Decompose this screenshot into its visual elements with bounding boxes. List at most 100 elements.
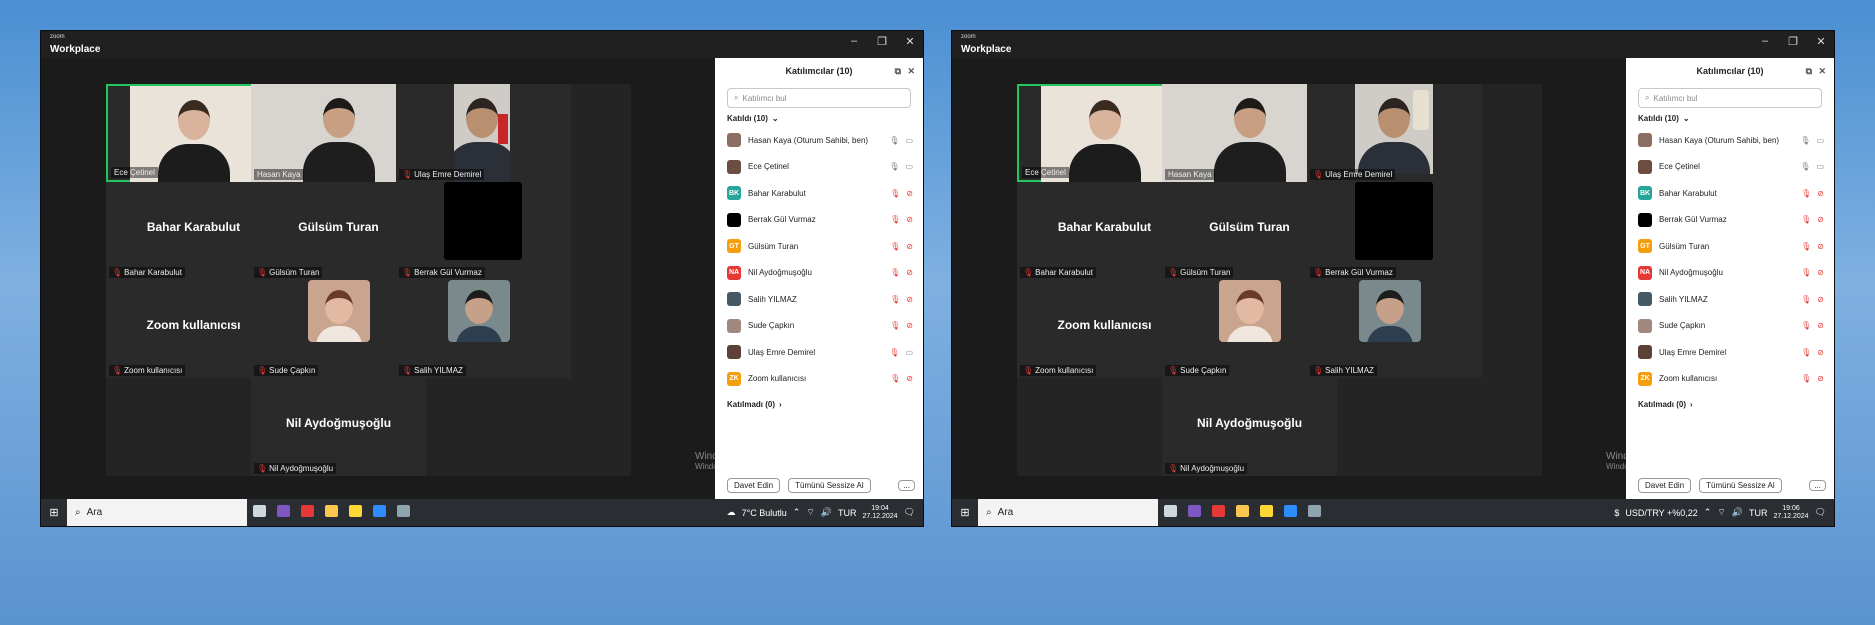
camera-off-icon[interactable]: ⊘ (1817, 321, 1824, 330)
paint-icon[interactable] (391, 505, 415, 520)
more-options-button[interactable]: ... (898, 480, 915, 491)
participant-row[interactable]: ZK Zoom kullanıcısı 🎙 ⊘ (1626, 366, 1834, 393)
windows-start-icon[interactable]: ⊞ (41, 506, 67, 519)
mic-off-icon[interactable]: 🎙 (890, 268, 900, 277)
language-indicator[interactable]: TUR (1749, 508, 1768, 518)
mute-all-button[interactable]: Tümünü Sessize Al (788, 478, 871, 493)
video-tile[interactable]: 🎙 Ulaş Emre Demirel (396, 84, 571, 182)
notification-icon[interactable]: 🗨 (1815, 507, 1826, 518)
zoom-app-icon[interactable] (367, 505, 391, 520)
mic-off-icon[interactable]: 🎙 (1801, 348, 1811, 357)
not-joined-section-header[interactable]: Katılmadı (0) › (727, 400, 911, 409)
camera-off-icon[interactable]: ⊘ (1817, 268, 1824, 277)
widget-text[interactable]: USD/TRY +%0,22 (1625, 508, 1697, 518)
widget-icon[interactable]: $ (1614, 508, 1619, 518)
camera-off-icon[interactable]: ⊘ (1817, 295, 1824, 304)
participant-row[interactable]: Berrak Gül Vurmaz 🎙 ⊘ (1626, 207, 1834, 234)
tray-chevron-icon[interactable]: ⌃ (1704, 507, 1712, 518)
participant-search-input[interactable]: ⌕ Katılımcı bul (727, 88, 911, 108)
participant-row[interactable]: NA Nil Aydoğmuşoğlu 🎙 ⊘ (715, 260, 923, 287)
participant-row[interactable]: Berrak Gül Vurmaz 🎙 ⊘ (715, 207, 923, 234)
widget-icon[interactable]: ☁ (727, 507, 736, 518)
language-indicator[interactable]: TUR (838, 508, 857, 518)
participant-row[interactable]: Ulaş Emre Demirel 🎙 ▭ (715, 339, 923, 366)
participant-row[interactable]: Salih YILMAZ 🎙 ⊘ (715, 286, 923, 313)
close-icon[interactable]: ✕ (1814, 35, 1828, 48)
participant-row[interactable]: Hasan Kaya (Oturum Sahibi, ben) 🎙 ▭ (715, 127, 923, 154)
mic-off-icon[interactable]: 🎙 (890, 189, 900, 198)
mic-off-icon[interactable]: 🎙 (1801, 189, 1811, 198)
popout-icon[interactable]: ⧉ (1806, 58, 1812, 84)
invite-button[interactable]: Davet Edin (1638, 478, 1692, 493)
video-tile[interactable]: 🎙 Berrak Gül Vurmaz (396, 182, 571, 280)
windows-start-icon[interactable]: ⊞ (952, 506, 978, 519)
mic-off-icon[interactable]: 🎙 (1801, 215, 1811, 224)
widget-text[interactable]: 7°C Bulutlu (742, 508, 787, 518)
mic-off-icon[interactable]: 🎙 (890, 215, 900, 224)
camera-on-icon[interactable]: ▭ (905, 162, 913, 171)
video-tile[interactable]: 🎙 Salih YILMAZ (396, 280, 571, 378)
volume-icon[interactable]: 🔊 (1732, 507, 1743, 518)
participant-row[interactable]: NA Nil Aydoğmuşoğlu 🎙 ⊘ (1626, 260, 1834, 287)
camera-off-icon[interactable]: ⊘ (1817, 215, 1824, 224)
chrome-icon[interactable] (295, 505, 319, 520)
popout-icon[interactable]: ⧉ (895, 58, 901, 84)
mic-off-icon[interactable]: 🎙 (1801, 374, 1811, 383)
mute-all-button[interactable]: Tümünü Sessize Al (1699, 478, 1782, 493)
joined-section-header[interactable]: Katıldı (10) ⌄ (727, 114, 911, 123)
sticky-notes-icon[interactable] (1254, 505, 1278, 520)
mic-off-icon[interactable]: 🎙 (1801, 242, 1811, 251)
mic-off-icon[interactable]: 🎙 (890, 374, 900, 383)
participant-row[interactable]: Hasan Kaya (Oturum Sahibi, ben) 🎙 ▭ (1626, 127, 1834, 154)
sticky-notes-icon[interactable] (343, 505, 367, 520)
clock[interactable]: 19:06 27.12.2024 (1774, 505, 1809, 520)
participant-row[interactable]: Ece Çetinel 🎙 ▭ (715, 154, 923, 181)
taskbar-search-box[interactable]: ⌕ Ara (978, 499, 1158, 526)
minimize-icon[interactable]: – (1758, 35, 1772, 48)
participant-row[interactable]: Ulaş Emre Demirel 🎙 ⊘ (1626, 339, 1834, 366)
camera-off-icon[interactable]: ⊘ (906, 242, 913, 251)
participant-row[interactable]: Ece Çetinel 🎙 ▭ (1626, 154, 1834, 181)
camera-off-icon[interactable]: ⊘ (1817, 189, 1824, 198)
more-options-button[interactable]: ... (1809, 480, 1826, 491)
camera-off-icon[interactable]: ⊘ (906, 189, 913, 198)
camera-off-icon[interactable]: ⊘ (1817, 374, 1824, 383)
video-tile[interactable]: Nil Aydoğmuşoğlu 🎙 Nil Aydoğmuşoğlu (251, 378, 426, 476)
invite-button[interactable]: Davet Edin (727, 478, 781, 493)
zoom-app-icon[interactable] (1278, 505, 1302, 520)
video-tile[interactable]: 🎙 Ulaş Emre Demirel (1307, 84, 1482, 182)
camera-on-icon[interactable]: ▭ (905, 136, 913, 145)
mic-off-icon[interactable]: 🎙 (889, 348, 899, 357)
participant-row[interactable]: ZK Zoom kullanıcısı 🎙 ⊘ (715, 366, 923, 393)
chrome-icon[interactable] (1206, 505, 1230, 520)
camera-on-icon[interactable]: ▭ (1816, 162, 1824, 171)
not-joined-section-header[interactable]: Katılmadı (0) › (1638, 400, 1822, 409)
mic-off-icon[interactable]: 🎙 (890, 242, 900, 251)
participant-row[interactable]: BK Bahar Karabulut 🎙 ⊘ (1626, 180, 1834, 207)
camera-off-icon[interactable]: ⊘ (906, 268, 913, 277)
close-panel-icon[interactable]: ✕ (1818, 58, 1826, 84)
tray-chevron-icon[interactable]: ⌃ (793, 507, 801, 518)
mic-on-icon[interactable]: 🎙 (1800, 136, 1810, 145)
video-tile[interactable]: 🎙 Berrak Gül Vurmaz (1307, 182, 1482, 280)
mic-on-icon[interactable]: 🎙 (889, 162, 899, 171)
camera-on-icon[interactable]: ▭ (1816, 136, 1824, 145)
taskbar-search-box[interactable]: ⌕ Ara (67, 499, 247, 526)
mic-off-icon[interactable]: 🎙 (1801, 295, 1811, 304)
paint-icon[interactable] (1302, 505, 1326, 520)
mic-on-icon[interactable]: 🎙 (889, 136, 899, 145)
participant-search-input[interactable]: ⌕ Katılımcı bul (1638, 88, 1822, 108)
mic-off-icon[interactable]: 🎙 (1801, 321, 1811, 330)
participant-row[interactable]: Sude Çapkın 🎙 ⊘ (715, 313, 923, 340)
mic-off-icon[interactable]: 🎙 (890, 321, 900, 330)
camera-off-icon[interactable]: ⊘ (906, 215, 913, 224)
copilot-icon[interactable] (1182, 505, 1206, 520)
notification-icon[interactable]: 🗨 (904, 507, 915, 518)
task-view-icon[interactable] (1158, 505, 1182, 520)
video-tile[interactable]: Nil Aydoğmuşoğlu 🎙 Nil Aydoğmuşoğlu (1162, 378, 1337, 476)
file-explorer-icon[interactable] (319, 505, 343, 520)
video-tile[interactable]: 🎙 Salih YILMAZ (1307, 280, 1482, 378)
mic-off-icon[interactable]: 🎙 (890, 295, 900, 304)
camera-on-icon[interactable]: ▭ (905, 348, 913, 357)
mic-off-icon[interactable]: 🎙 (1801, 268, 1811, 277)
